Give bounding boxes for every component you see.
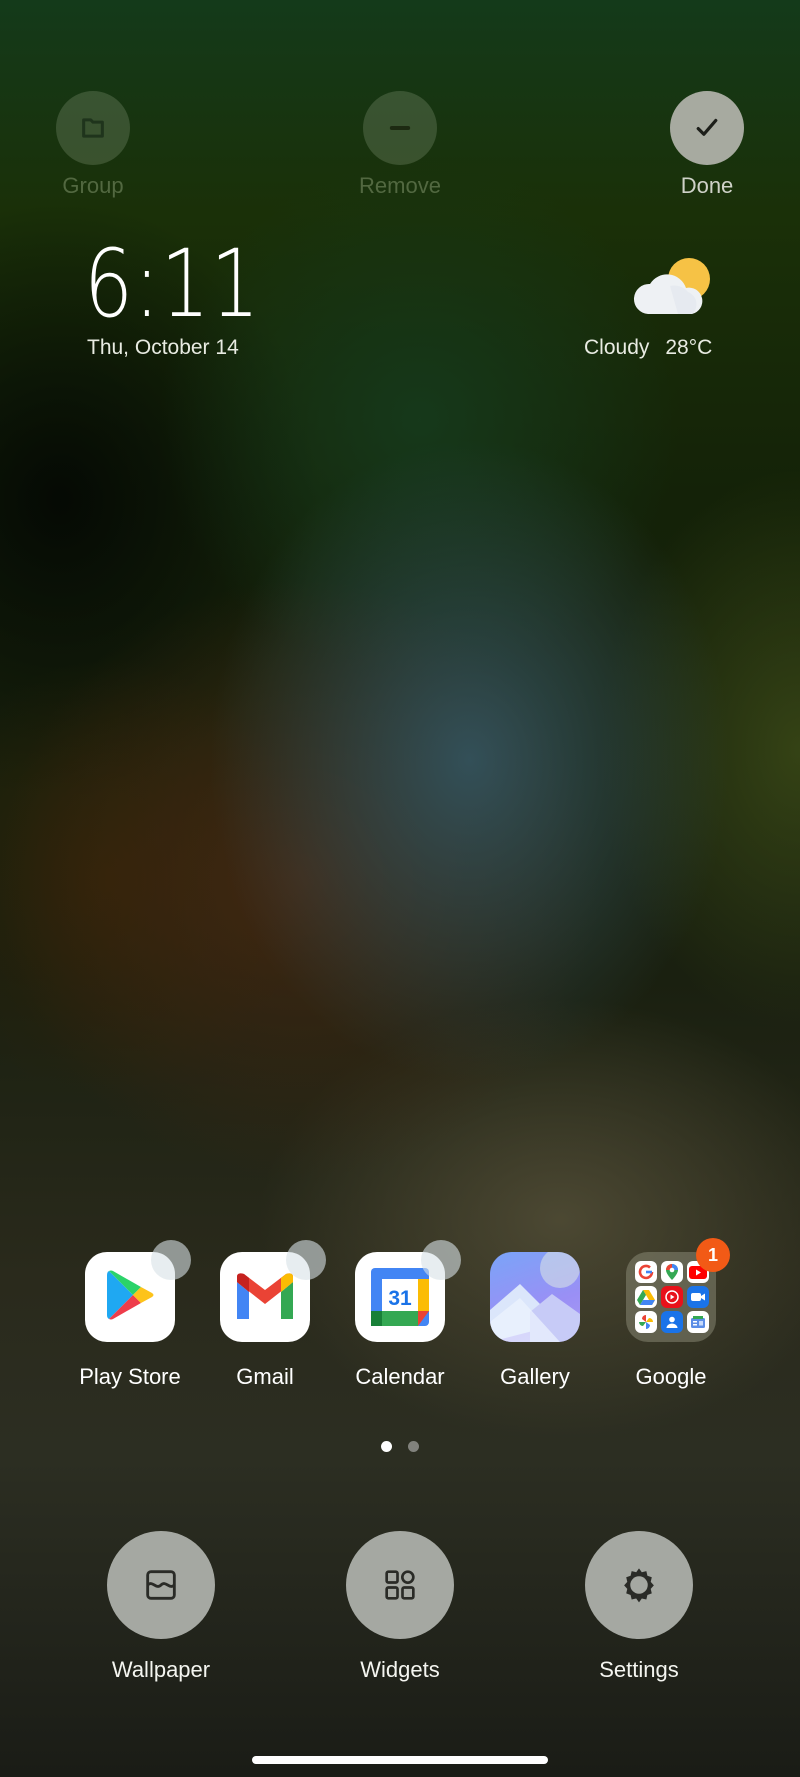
- google-news-icon: [687, 1311, 709, 1333]
- play-store-tile: [85, 1240, 191, 1342]
- gmail-tile: [220, 1240, 326, 1342]
- minus-icon: [389, 126, 411, 130]
- wallpaper-label: Wallpaper: [111, 1657, 211, 1682]
- app-gallery[interactable]: Gallery: [470, 1252, 600, 1390]
- home-gesture-bar[interactable]: [252, 1756, 548, 1764]
- app-label: Play Store: [79, 1364, 181, 1389]
- remove-label: Remove: [359, 173, 441, 198]
- google-folder-icon: [635, 1261, 709, 1333]
- widgets-label: Widgets: [360, 1657, 440, 1682]
- app-play-store[interactable]: Play Store: [65, 1240, 195, 1390]
- google-folder-tile: 1: [626, 1238, 730, 1342]
- settings-label: Settings: [599, 1657, 679, 1682]
- weather-text: Cloudy 28°C: [584, 336, 712, 360]
- page-dot-active[interactable]: [381, 1441, 392, 1452]
- folder-icon: [82, 118, 104, 138]
- group-button-circle: [56, 91, 130, 165]
- home-screen-edit-mode: Group Remove Done 6:11 Thu, October 14 C…: [0, 0, 800, 1777]
- contacts-icon: [661, 1311, 683, 1333]
- clock-time: 6:11: [84, 230, 261, 339]
- app-label: Gmail: [236, 1364, 294, 1389]
- calendar-day: 31: [388, 1287, 412, 1310]
- settings-button[interactable]: Settings: [584, 1531, 694, 1683]
- gear-icon: [624, 1568, 654, 1603]
- google-photos-icon: [635, 1311, 657, 1333]
- google-search-icon: [635, 1261, 657, 1283]
- weather-temperature: 28°C: [665, 336, 713, 359]
- gallery-tile: [490, 1252, 580, 1342]
- app-calendar[interactable]: 31 Calendar: [335, 1240, 465, 1390]
- drag-indicator: [151, 1240, 191, 1280]
- app-folder-google[interactable]: 1 Google: [606, 1238, 736, 1390]
- wallpaper-icon: [146, 1570, 176, 1600]
- remove-button-circle: [363, 91, 437, 165]
- drag-indicator: [286, 1240, 326, 1280]
- google-maps-icon: [661, 1261, 683, 1283]
- group-button[interactable]: Group: [56, 91, 130, 198]
- app-label: Gallery: [500, 1364, 570, 1389]
- done-label: Done: [680, 173, 734, 198]
- wallpaper-button-circle: [107, 1531, 215, 1639]
- app-label: Calendar: [355, 1364, 445, 1389]
- widgets-button-circle: [346, 1531, 454, 1639]
- notification-badge: 1: [696, 1238, 730, 1272]
- weather-condition: Cloudy: [584, 336, 650, 359]
- group-label: Group: [62, 173, 124, 198]
- drag-indicator: [421, 1240, 461, 1280]
- done-button[interactable]: Done: [670, 91, 744, 198]
- check-icon: [696, 118, 718, 136]
- app-gmail[interactable]: Gmail: [200, 1240, 330, 1390]
- settings-button-circle: [585, 1531, 693, 1639]
- google-duo-icon: [687, 1286, 709, 1308]
- widgets-icon: [385, 1570, 415, 1600]
- remove-button[interactable]: Remove: [359, 91, 441, 198]
- youtube-music-icon: [661, 1286, 683, 1308]
- done-button-circle: [670, 91, 744, 165]
- widgets-button[interactable]: Widgets: [345, 1531, 455, 1683]
- app-label: Google: [635, 1364, 707, 1389]
- page-dot[interactable]: [408, 1441, 419, 1452]
- calendar-tile: 31: [355, 1240, 461, 1342]
- wallpaper-button[interactable]: Wallpaper: [106, 1531, 216, 1683]
- clock-date: Thu, October 14: [87, 336, 239, 359]
- google-drive-icon: [635, 1286, 657, 1308]
- partly-cloudy-icon: [633, 258, 710, 314]
